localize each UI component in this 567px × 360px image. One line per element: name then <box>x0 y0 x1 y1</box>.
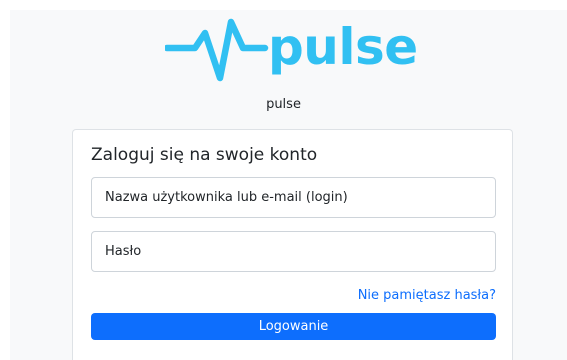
username-input[interactable] <box>91 177 496 218</box>
password-input[interactable] <box>91 231 496 272</box>
brand-subtitle: pulse <box>266 97 301 112</box>
forgot-password-link[interactable]: Nie pamiętasz hasła? <box>358 288 496 303</box>
pulse-wave-icon <box>165 18 269 82</box>
brand-wordmark: pulse <box>268 18 418 76</box>
login-card: Zaloguj się na swoje konto Nie pamiętasz… <box>72 129 513 360</box>
login-title: Zaloguj się na swoje konto <box>91 145 318 165</box>
login-button[interactable]: Logowanie <box>91 313 496 340</box>
brand-logo: pulse <box>165 14 425 86</box>
